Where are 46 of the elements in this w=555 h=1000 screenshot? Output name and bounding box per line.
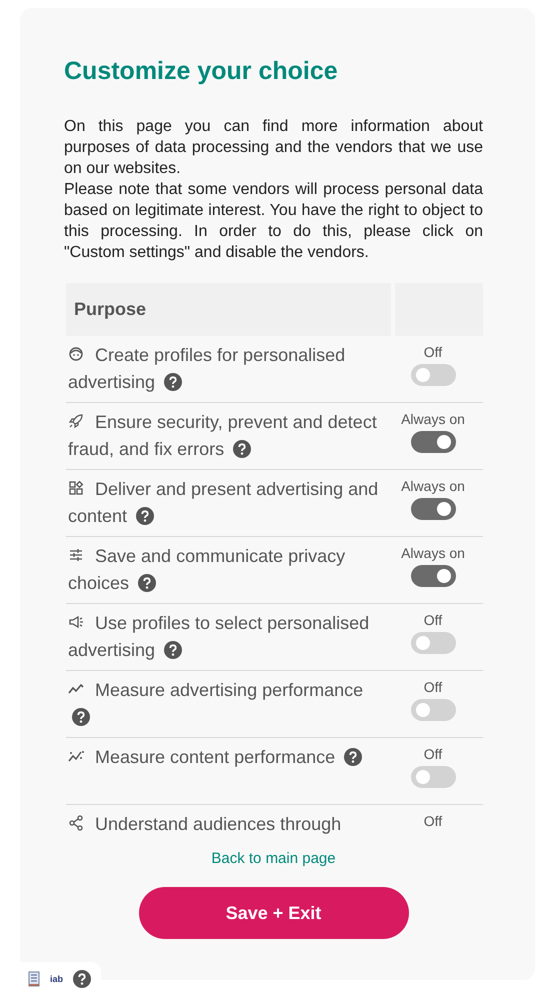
- help-icon[interactable]: [73, 970, 92, 988]
- status-label: Always on: [401, 411, 465, 427]
- back-link[interactable]: Back to main page: [211, 850, 336, 867]
- toggle-switch[interactable]: [410, 766, 456, 788]
- column-header: Purpose: [66, 283, 391, 336]
- sparkline-icon: [68, 748, 84, 764]
- purpose-label: Measure advertising performance: [68, 677, 379, 731]
- megaphone-icon: [68, 614, 84, 630]
- purpose-label: Use profiles to select personalised advertising: [68, 612, 370, 662]
- iab-logo[interactable]: iab: [50, 974, 64, 984]
- status-label: Off: [424, 813, 442, 829]
- toggle-switch[interactable]: [410, 498, 456, 520]
- rocket-icon: [68, 413, 84, 429]
- status-label: Off: [424, 679, 442, 695]
- toggle-switch[interactable]: [410, 565, 456, 587]
- status-label: Always on: [401, 545, 465, 561]
- toggle-switch[interactable]: [410, 431, 456, 453]
- purpose-label: Ensure security, prevent and detect fraud, and fix errors: [68, 411, 378, 461]
- grid-icon: [68, 480, 84, 496]
- share-icon: [68, 815, 84, 831]
- purpose-label: Deliver and present advertising and content: [68, 478, 379, 528]
- help-icon[interactable]: [233, 440, 252, 458]
- status-label: Off: [424, 746, 442, 762]
- purpose-label: Save and communicate privacy choices: [68, 545, 346, 595]
- status-label: Off: [424, 344, 442, 360]
- save-exit-button[interactable]: Save + Exit: [138, 887, 408, 939]
- dialog-title: Customize your choice: [64, 56, 339, 86]
- face-icon: [68, 346, 84, 362]
- help-icon[interactable]: [138, 574, 156, 592]
- help-icon[interactable]: [164, 641, 182, 659]
- toggle-switch[interactable]: [410, 364, 456, 386]
- status-label: Always on: [401, 478, 465, 494]
- document-icon[interactable]: [28, 971, 40, 987]
- intro-paragraph: Please note that some vendors will process personal data based on legitimate interest. You have the right to object to this processing. In order to do this, please click on "Custom settings" and disable the vendors.: [64, 180, 483, 263]
- purpose-label: Measure content performance: [68, 744, 379, 771]
- toggle-switch[interactable]: [410, 699, 456, 721]
- status-label: Off: [424, 612, 442, 628]
- help-icon[interactable]: [136, 507, 154, 525]
- sliders-icon: [68, 547, 84, 563]
- purpose-label: Create profiles for personalised advertising: [68, 344, 346, 394]
- intro-paragraph: On this page you can find more information about purposes of data processing and the vendors that we use on our websites.: [64, 117, 483, 179]
- help-icon[interactable]: [344, 748, 362, 766]
- purpose-label: Understand audiences through: [68, 811, 379, 836]
- help-icon[interactable]: [72, 708, 90, 726]
- toggle-switch[interactable]: [410, 632, 456, 654]
- help-icon[interactable]: [164, 373, 182, 391]
